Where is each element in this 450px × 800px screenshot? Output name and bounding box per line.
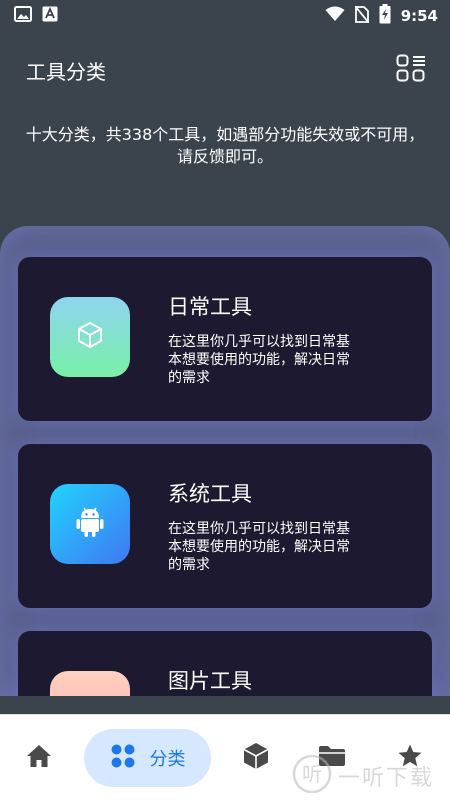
no-sim-icon bbox=[353, 4, 370, 27]
intro-text: 十大分类，共338个工具，如遇部分功能失效或不可用，请反馈即可。 bbox=[25, 125, 425, 166]
cube-icon bbox=[243, 742, 269, 774]
nav-home[interactable] bbox=[18, 729, 60, 787]
wifi-icon bbox=[325, 6, 345, 26]
page-title: 工具分类 bbox=[26, 59, 106, 84]
status-bar: 9:54 bbox=[0, 0, 450, 32]
category-card-image[interactable]: 图片工具 bbox=[18, 631, 432, 696]
grid-list-button[interactable] bbox=[396, 54, 426, 86]
category-dots-icon bbox=[110, 743, 136, 773]
category-title: 系统工具 bbox=[168, 482, 252, 506]
android-icon bbox=[74, 505, 106, 543]
nav-cube[interactable] bbox=[234, 729, 278, 787]
category-card-daily[interactable]: 日常工具 在这里你几乎可以找到日常基本想要使用的功能，解决日常的需求 bbox=[18, 257, 432, 421]
status-time: 9:54 bbox=[400, 7, 438, 25]
home-icon bbox=[26, 744, 52, 772]
watermark-logo-icon: 听 bbox=[292, 754, 332, 798]
status-bar-right: 9:54 bbox=[325, 4, 438, 28]
image-icon bbox=[14, 6, 32, 26]
app-bar: 工具分类 bbox=[0, 48, 450, 92]
battery-charging-icon bbox=[379, 4, 391, 28]
category-icon-tile bbox=[50, 484, 130, 564]
nav-category[interactable]: 分类 bbox=[84, 729, 211, 787]
category-card-system[interactable]: 系统工具 在这里你几乎可以找到日常基本想要使用的功能，解决日常的需求 bbox=[18, 444, 432, 608]
watermark-text: 一听下载 bbox=[338, 766, 435, 791]
font-app-icon bbox=[42, 6, 58, 26]
watermark-logo-glyph: 听 bbox=[302, 762, 322, 786]
cube-outline-icon bbox=[75, 320, 105, 354]
category-description: 在这里你几乎可以找到日常基本想要使用的功能，解决日常的需求 bbox=[168, 334, 350, 386]
category-title: 图片工具 bbox=[168, 669, 252, 693]
category-description: 在这里你几乎可以找到日常基本想要使用的功能，解决日常的需求 bbox=[168, 521, 350, 573]
grid-list-icon bbox=[396, 54, 426, 86]
category-title: 日常工具 bbox=[168, 295, 252, 319]
status-bar-left bbox=[14, 6, 58, 26]
nav-category-label: 分类 bbox=[149, 749, 186, 770]
category-icon-tile bbox=[50, 671, 130, 696]
category-icon-tile bbox=[50, 297, 130, 377]
category-sheet: 日常工具 在这里你几乎可以找到日常基本想要使用的功能，解决日常的需求 系统工具 bbox=[0, 226, 450, 696]
watermark: 听 一听下载 bbox=[292, 754, 434, 798]
